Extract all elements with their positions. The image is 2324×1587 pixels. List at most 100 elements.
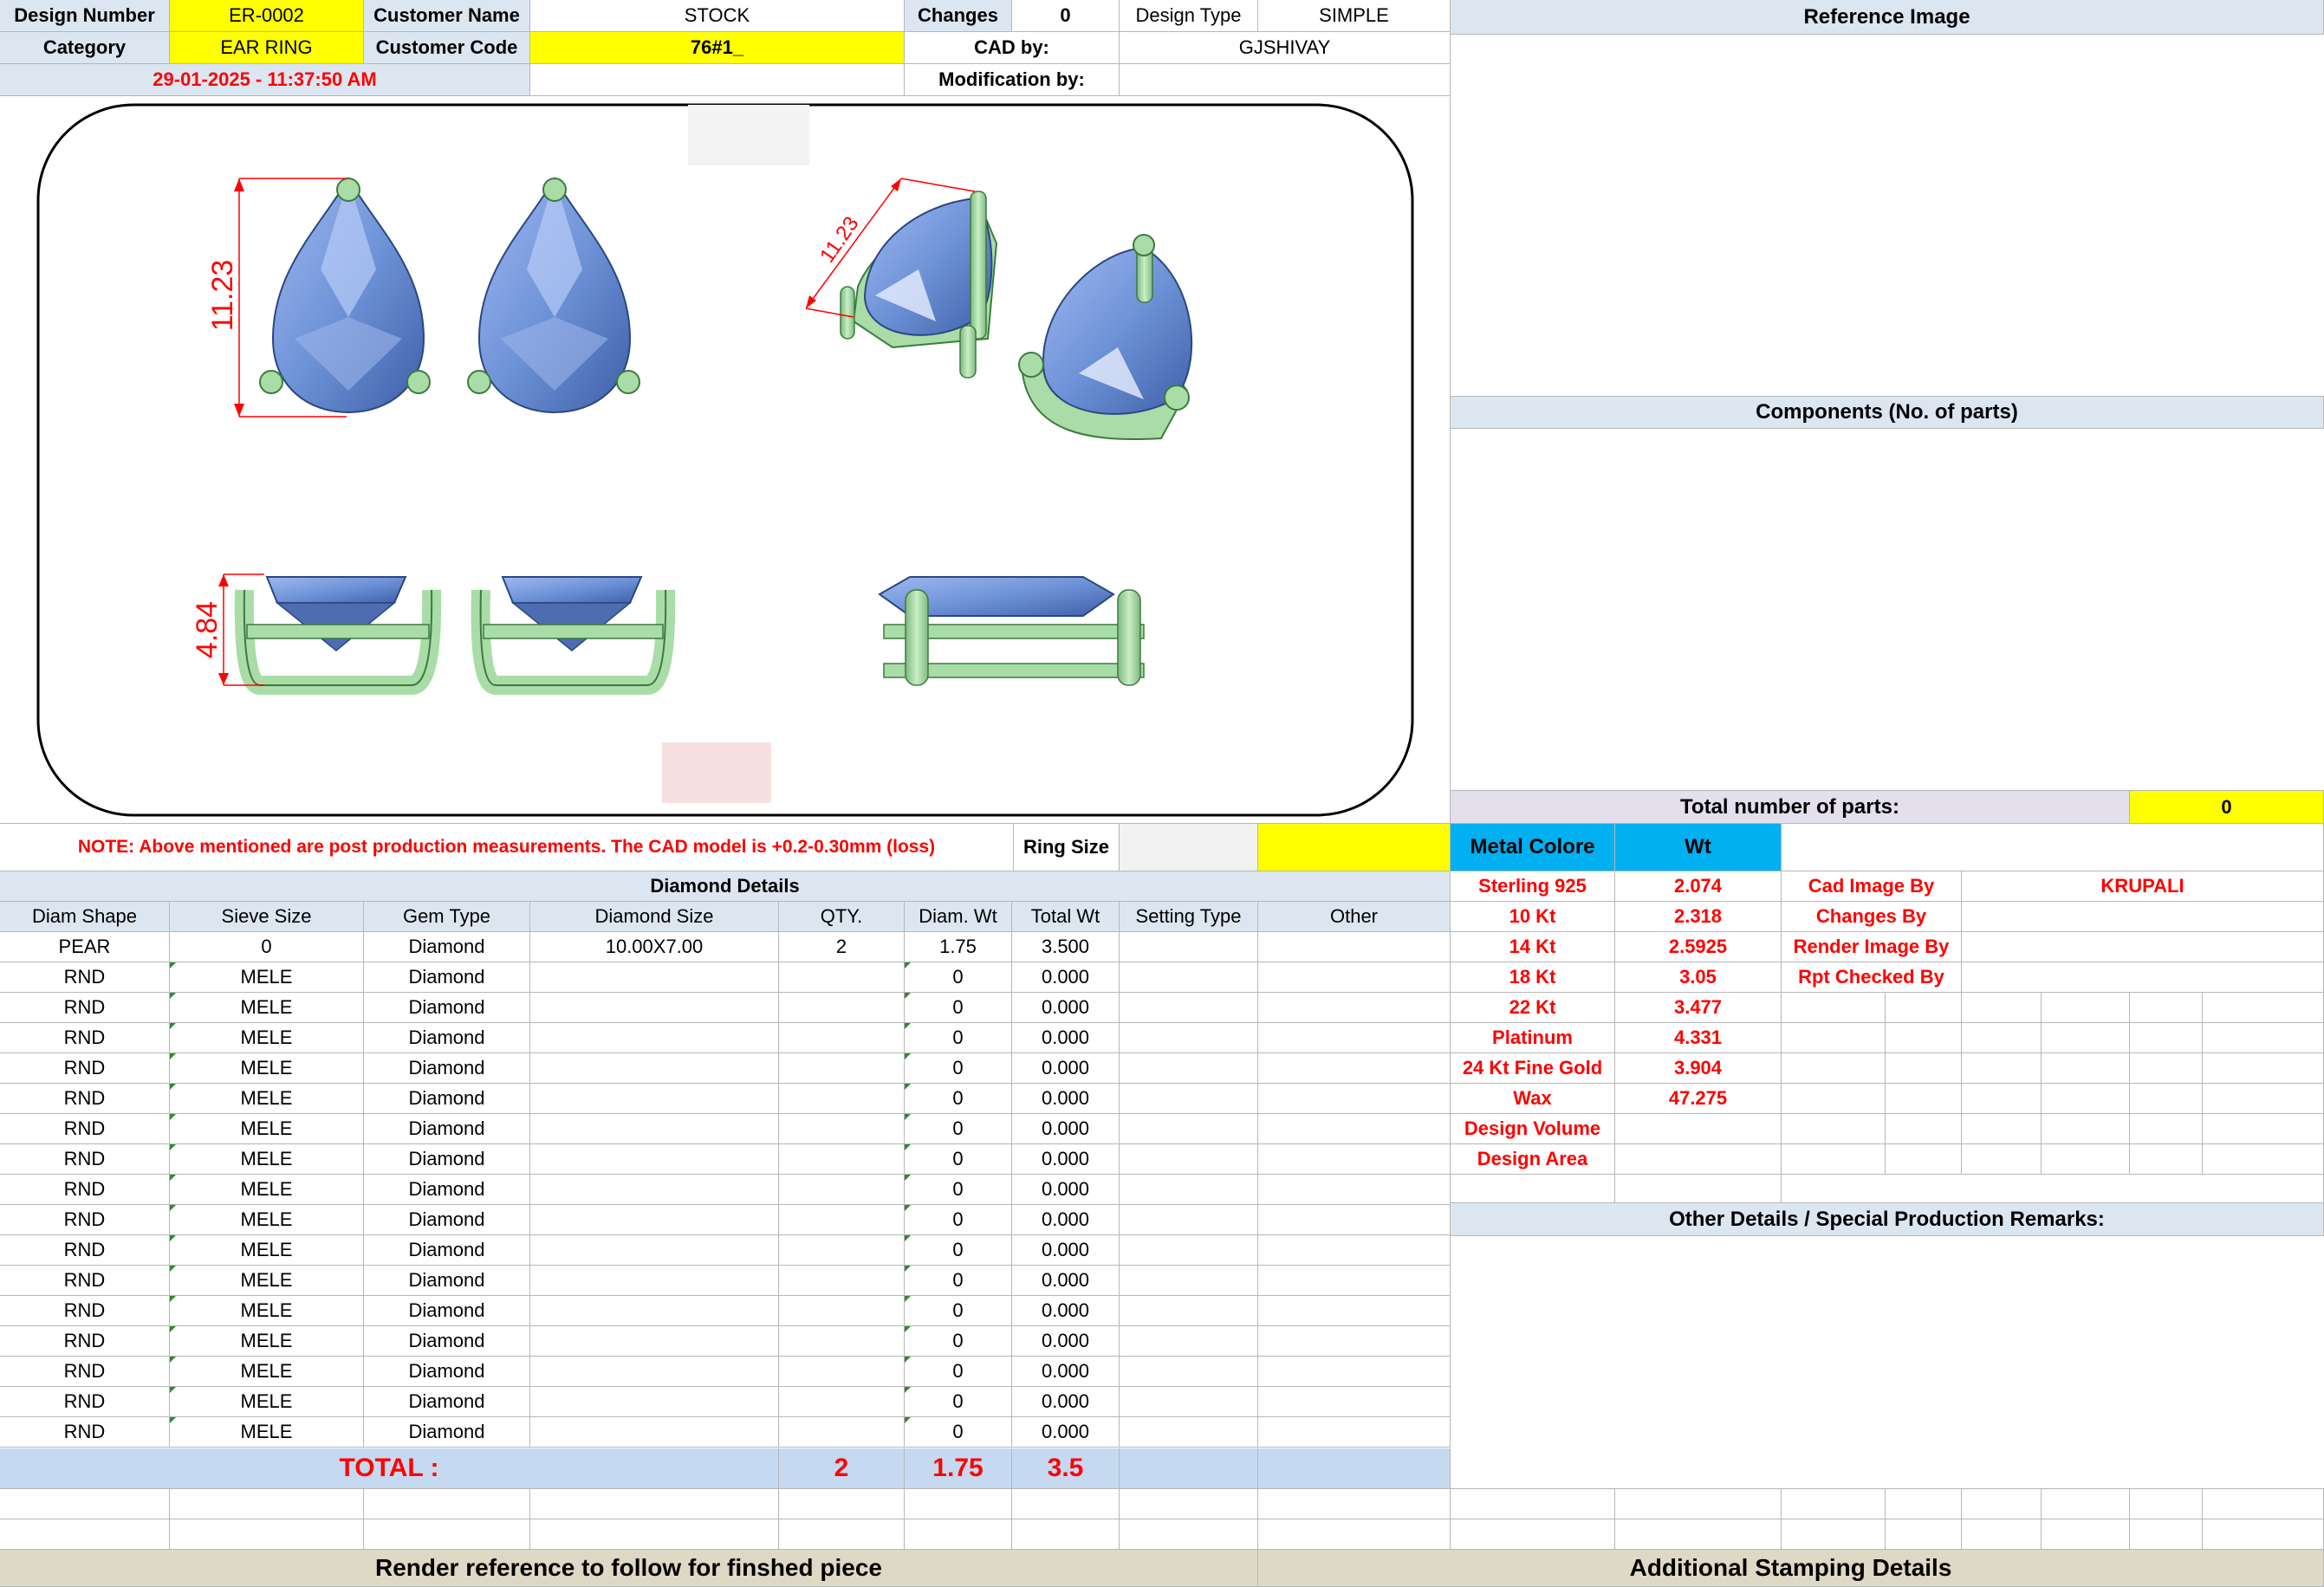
blank-cell[interactable] — [1962, 1144, 2042, 1175]
metal-weight[interactable] — [1615, 1114, 1782, 1144]
diamond-cell[interactable]: 0 — [905, 1357, 1012, 1387]
diamond-cell[interactable] — [1258, 1114, 1451, 1144]
diamond-cell[interactable]: 0.000 — [1012, 1296, 1120, 1326]
diamond-cell[interactable]: RND — [0, 1053, 170, 1084]
blank-cell[interactable] — [2042, 1053, 2130, 1084]
diamond-cell[interactable] — [530, 1417, 779, 1448]
diamond-cell[interactable]: MELE — [170, 1144, 364, 1175]
diamond-cell[interactable]: 0 — [905, 1326, 1012, 1357]
diamond-cell[interactable] — [1120, 1326, 1258, 1357]
diamond-cell[interactable] — [1120, 1235, 1258, 1266]
diamond-cell[interactable]: 10.00X7.00 — [530, 932, 779, 962]
blank-cell[interactable] — [0, 1519, 170, 1550]
diamond-cell[interactable]: 0.000 — [1012, 1084, 1120, 1114]
modification-by-value[interactable] — [1120, 64, 1451, 96]
diamond-cell[interactable] — [530, 1296, 779, 1326]
metal-weight[interactable]: 3.05 — [1615, 962, 1782, 993]
diamond-cell[interactable]: MELE — [170, 1417, 364, 1448]
blank-cell[interactable] — [1782, 993, 1886, 1023]
diamond-cell[interactable] — [1120, 932, 1258, 962]
diamond-cell[interactable]: 0 — [170, 932, 364, 962]
metal-weight[interactable]: 47.275 — [1615, 1084, 1782, 1114]
diamond-cell[interactable]: RND — [0, 1357, 170, 1387]
diamond-cell[interactable] — [1120, 1205, 1258, 1235]
blank-cell[interactable] — [1258, 1489, 1451, 1519]
blank-cell[interactable] — [170, 1489, 364, 1519]
diamond-cell[interactable]: Diamond — [364, 962, 530, 993]
diamond-cell[interactable]: 0.000 — [1012, 1387, 1120, 1417]
diamond-cell[interactable] — [779, 1205, 905, 1235]
diamond-cell[interactable] — [1258, 1023, 1451, 1053]
blank-cell[interactable] — [2130, 1023, 2203, 1053]
blank-cell[interactable] — [1962, 1053, 2042, 1084]
diamond-cell[interactable]: Diamond — [364, 1266, 530, 1296]
diamond-cell[interactable] — [779, 962, 905, 993]
blank-cell[interactable] — [779, 1519, 905, 1550]
diamond-cell[interactable]: RND — [0, 1296, 170, 1326]
design-type-value[interactable]: SIMPLE — [1258, 0, 1451, 32]
blank-cell[interactable] — [2042, 1144, 2130, 1175]
blank-cell[interactable] — [2203, 1114, 2324, 1144]
credit-value[interactable]: KRUPALI — [1962, 871, 2324, 902]
diamond-cell[interactable] — [530, 1357, 779, 1387]
diamond-cell[interactable] — [1120, 993, 1258, 1023]
diamond-cell[interactable]: Diamond — [364, 1114, 530, 1144]
metal-weight[interactable]: 2.074 — [1615, 871, 1782, 902]
diamond-cell[interactable]: 0.000 — [1012, 1266, 1120, 1296]
blank-cell[interactable] — [1886, 1084, 1962, 1114]
diamond-cell[interactable] — [1258, 1326, 1451, 1357]
diamond-cell[interactable]: 0 — [905, 1296, 1012, 1326]
diamond-cell[interactable]: RND — [0, 1023, 170, 1053]
diamond-cell[interactable] — [1120, 1175, 1258, 1205]
blank-cell[interactable] — [1782, 1519, 1886, 1550]
diamond-cell[interactable] — [530, 1114, 779, 1144]
diamond-cell[interactable] — [530, 993, 779, 1023]
blank-cell[interactable] — [2203, 1144, 2324, 1175]
blank-cell[interactable] — [2042, 1114, 2130, 1144]
metal-weight[interactable]: 2.318 — [1615, 902, 1782, 932]
blank-cell[interactable] — [1962, 1114, 2042, 1144]
diamond-cell[interactable] — [1120, 1053, 1258, 1084]
diamond-cell[interactable]: 3.500 — [1012, 932, 1120, 962]
diamond-cell[interactable]: 0.000 — [1012, 962, 1120, 993]
metal-header-blank[interactable] — [1782, 824, 2324, 871]
diamond-cell[interactable] — [530, 1175, 779, 1205]
blank-cell[interactable] — [1782, 1053, 1886, 1084]
blank-cell[interactable] — [1615, 1519, 1782, 1550]
blank-cell[interactable] — [2042, 1023, 2130, 1053]
diamond-cell[interactable] — [1120, 1084, 1258, 1114]
diamond-cell[interactable]: 0 — [905, 1205, 1012, 1235]
diamond-cell[interactable] — [1258, 962, 1451, 993]
diamond-cell[interactable] — [1258, 1387, 1451, 1417]
diamond-cell[interactable] — [779, 1417, 905, 1448]
blank-cell[interactable] — [1782, 1175, 2324, 1203]
blank-cell[interactable] — [1962, 993, 2042, 1023]
blank-cell[interactable] — [1782, 1023, 1886, 1053]
blank-cell[interactable] — [364, 1519, 530, 1550]
diamond-cell[interactable]: Diamond — [364, 1417, 530, 1448]
diamond-cell[interactable]: 0 — [905, 962, 1012, 993]
diamond-cell[interactable] — [1258, 1266, 1451, 1296]
diamond-cell[interactable]: MELE — [170, 1053, 364, 1084]
diamond-cell[interactable]: RND — [0, 1114, 170, 1144]
diamond-cell[interactable]: Diamond — [364, 1235, 530, 1266]
blank-cell[interactable] — [1886, 1053, 1962, 1084]
blank-cell[interactable] — [1012, 1519, 1120, 1550]
diamond-cell[interactable] — [530, 1235, 779, 1266]
blank-cell[interactable] — [2130, 1144, 2203, 1175]
diamond-cell[interactable] — [779, 1357, 905, 1387]
diamond-cell[interactable]: MELE — [170, 1205, 364, 1235]
diamond-cell[interactable] — [1120, 1357, 1258, 1387]
blank-cell[interactable] — [1886, 1023, 1962, 1053]
diamond-cell[interactable]: MELE — [170, 1023, 364, 1053]
diamond-cell[interactable] — [530, 962, 779, 993]
diamond-cell[interactable]: Diamond — [364, 993, 530, 1023]
total-parts-value[interactable]: 0 — [2130, 791, 2324, 824]
diamond-cell[interactable] — [1258, 1417, 1451, 1448]
diamond-cell[interactable] — [779, 1296, 905, 1326]
diamond-cell[interactable]: Diamond — [364, 1084, 530, 1114]
diamond-cell[interactable] — [530, 1387, 779, 1417]
blank-cell[interactable] — [1615, 1489, 1782, 1519]
customer-name-value[interactable]: STOCK — [530, 0, 905, 32]
diamond-cell[interactable]: 0.000 — [1012, 993, 1120, 1023]
